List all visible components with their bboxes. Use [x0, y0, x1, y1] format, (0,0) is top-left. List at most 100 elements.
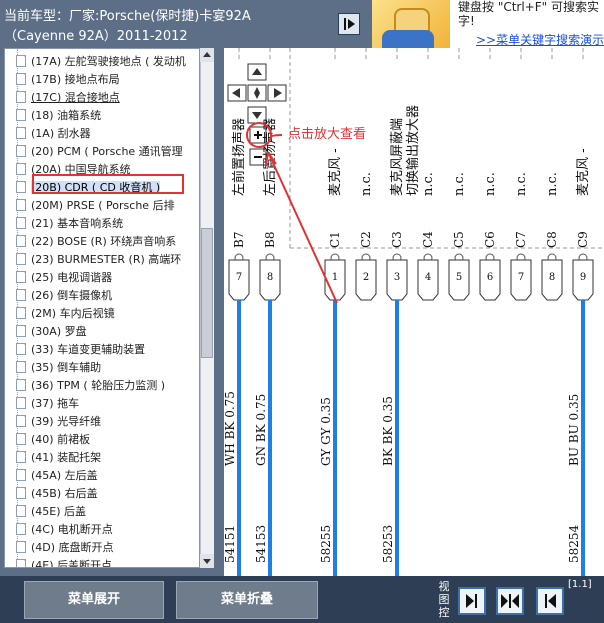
tree-item[interactable]: (35) 倒车辅助 — [16, 359, 101, 377]
circuit-tree[interactable]: (17A) 左舵驾驶接地点 ( 发动机 (17B) 接地点布局 (17C) 混合接地… — [4, 48, 200, 568]
tree-item[interactable]: (20M) PRSE ( Porsche 后排 — [16, 197, 175, 215]
tree-item[interactable]: (26) 倒车摄像机 — [16, 287, 112, 305]
wire-id: 58255 — [319, 525, 333, 563]
document-icon — [16, 559, 26, 567]
nav-split-button[interactable] — [496, 587, 524, 615]
pin-code: C4 — [421, 231, 435, 248]
tree-item[interactable]: (41) 装配托架 — [16, 449, 101, 467]
toggle-panel-button[interactable] — [338, 13, 360, 35]
pin-code: C5 — [452, 231, 466, 248]
pin-number: 7 — [236, 272, 242, 283]
last-page-icon — [545, 594, 556, 608]
wire-label: BU BU 0.35 — [567, 394, 581, 466]
collapse-menu-button[interactable]: 菜单折叠 — [176, 581, 318, 619]
scroll-down-arrow-icon[interactable] — [200, 554, 214, 568]
tree-item[interactable]: (40) 前裙板 — [16, 431, 91, 449]
function-label-extra: 切换输出放大器 — [405, 105, 421, 196]
scroll-up-arrow-icon[interactable] — [200, 48, 214, 62]
tree-item[interactable]: (4D) 底盘断开点 — [16, 539, 114, 557]
tree-item[interactable]: (20) PCM ( Porsche 通讯管理 — [16, 143, 183, 161]
document-icon — [16, 145, 26, 157]
pin-number: 6 — [487, 272, 493, 283]
pin-number: 4 — [425, 272, 431, 283]
tree-item-label: (45E) 后盖 — [31, 505, 87, 518]
pin-code: C7 — [514, 231, 528, 248]
pin-number: 3 — [394, 272, 400, 283]
document-icon — [16, 289, 26, 301]
wire-id: 58253 — [381, 525, 395, 563]
tree-item[interactable]: (33) 车道变更辅助装置 — [16, 341, 146, 359]
document-icon — [16, 181, 26, 193]
tree-item-label: (45B) 右后盖 — [31, 487, 98, 500]
scroll-thumb[interactable] — [201, 228, 213, 358]
page-counter: [1.1] — [568, 579, 592, 590]
wiring-diagram[interactable]: 左前置扬声器 左后置扬声器 麦克风 - n.c. 麦克风屏蔽端 n.c. n.c. n.c. n… — [224, 48, 604, 576]
diagram-content: 左前置扬声器 左后置扬声器 麦克风 - n.c. 麦克风屏蔽端 n.c. n.c. n.c. n… — [224, 48, 604, 576]
tree-item-label: (4D) 底盘断开点 — [31, 541, 114, 554]
tree-item[interactable]: (17B) 接地点布局 — [16, 71, 120, 89]
document-icon — [16, 541, 26, 553]
current-model-line2: （Cayenne 92A）2011-2012 — [4, 29, 188, 44]
first-page-icon — [466, 594, 477, 608]
pin-code: C9 — [576, 231, 590, 248]
nav-first-button[interactable] — [458, 587, 486, 615]
document-icon — [16, 415, 26, 427]
wire-id: 54153 — [254, 525, 268, 563]
tree-item[interactable]: (37) 拖车 — [16, 395, 80, 413]
function-label: 麦克风 - — [576, 148, 591, 196]
document-icon — [16, 343, 26, 355]
pin-number: 7 — [518, 272, 524, 283]
tree-item[interactable]: (17A) 左舵驾驶接地点 ( 发动机 — [16, 53, 186, 71]
tree-item[interactable]: (22) BOSE (R) 环绕声音响系 — [16, 233, 176, 251]
document-icon — [16, 253, 26, 265]
function-label: n.c. — [359, 172, 374, 196]
tree-item[interactable]: (25) 电视调谐器 — [16, 269, 113, 287]
tree-item-label: (25) 电视调谐器 — [31, 271, 113, 284]
function-label: n.c. — [514, 172, 529, 196]
pin-code: C2 — [359, 231, 373, 248]
tree-item[interactable]: (18) 油箱系统 — [16, 107, 102, 125]
tree-item-label: (20M) PRSE ( Porsche 后排 — [31, 199, 175, 212]
tree-item[interactable]: (4C) 电机断开点 — [16, 521, 113, 539]
tree-item[interactable]: (45E) 后盖 — [16, 503, 87, 521]
tree-item[interactable]: (45B) 右后盖 — [16, 485, 98, 503]
tree-item-label: (18) 油箱系统 — [31, 109, 102, 122]
document-icon — [16, 523, 26, 535]
view-control-label: 视图控 — [438, 580, 450, 619]
search-demo-link[interactable]: >>菜单关键字搜索演示 — [476, 31, 604, 48]
tree-item[interactable]: (30A) 罗盘 — [16, 323, 87, 341]
tree-item[interactable]: (2M) 车内后视镜 — [16, 305, 115, 323]
tree-item-label: (40) 前裙板 — [31, 433, 91, 446]
wire-label: GY GY 0.35 — [319, 397, 333, 466]
selection-highlight — [32, 174, 184, 194]
expand-menu-button[interactable]: 菜单展开 — [24, 581, 164, 619]
document-icon — [16, 91, 26, 103]
pin-code: C1 — [328, 231, 342, 248]
wire-id: 54151 — [224, 525, 237, 563]
tree-item[interactable]: (4E) 后盖断开点 — [16, 557, 112, 567]
document-icon — [16, 109, 26, 121]
tree-item[interactable]: (21) 基本音响系统 — [16, 215, 123, 233]
tree-item[interactable]: (23) BURMESTER (R) 高端环 — [16, 251, 182, 269]
document-icon — [16, 487, 26, 499]
tree-item[interactable]: (1A) 刮水器 — [16, 125, 91, 143]
panel-splitter[interactable] — [214, 48, 224, 576]
document-icon — [16, 469, 26, 481]
tree-item-label: (23) BURMESTER (R) 高端环 — [31, 253, 182, 266]
wire-id: 58254 — [567, 524, 581, 563]
tree-item-label: (33) 车道变更辅助装置 — [31, 343, 146, 356]
document-icon — [16, 397, 26, 409]
tree-item[interactable]: (45A) 左后盖 — [16, 467, 98, 485]
ad-text: 键盘按 "Ctrl+F" 可搜索实 字! — [458, 0, 604, 28]
tree-item[interactable]: (39) 光导纤维 — [16, 413, 101, 431]
function-label: n.c. — [421, 172, 436, 196]
nav-last-button[interactable] — [536, 587, 564, 615]
current-model-line1: 当前车型：厂家:Porsche(保时捷)卡宴92A — [4, 9, 251, 24]
pin-code: C6 — [483, 231, 497, 248]
diagram-canvas: 左前置扬声器 左后置扬声器 麦克风 - n.c. 麦克风屏蔽端 n.c. n.c. n.c. n… — [224, 48, 604, 576]
tree-item[interactable]: (36) TPM ( 轮胎压力监测 ) — [16, 377, 165, 395]
tree-item-label: (37) 拖车 — [31, 397, 80, 410]
tree-item[interactable]: (17C) 混合接地点 — [16, 89, 120, 107]
wire-label: BK BK 0.35 — [381, 396, 395, 466]
document-icon — [16, 361, 26, 373]
